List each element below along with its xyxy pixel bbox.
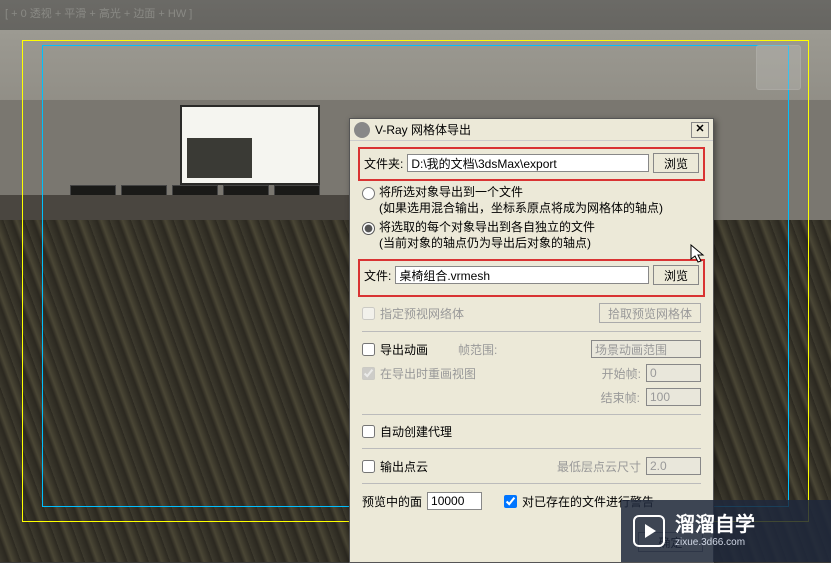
start-frame-input — [646, 364, 701, 382]
file-label: 文件: — [364, 267, 391, 284]
preview-net-label: 指定预视网络体 — [380, 305, 464, 322]
close-button[interactable]: ✕ — [691, 122, 709, 138]
pick-preview-grid-button: 拾取预览网格体 — [599, 303, 701, 323]
redraw-viewport-checkbox — [362, 367, 375, 380]
radio-single-hint: (如果选用混合输出，坐标系原点将成为网格体的轴点) — [379, 201, 663, 217]
radio-single-file[interactable] — [362, 187, 375, 200]
frame-range-dropdown — [591, 340, 701, 358]
radio-single-label: 将所选对象导出到一个文件 — [379, 185, 663, 201]
play-icon — [633, 515, 665, 547]
dialog-title: V-Ray 网格体导出 — [375, 121, 691, 138]
preview-faces-input[interactable] — [427, 492, 482, 510]
export-anim-checkbox[interactable] — [362, 343, 375, 356]
view-cube[interactable] — [756, 45, 801, 90]
vray-export-dialog: V-Ray 网格体导出 ✕ 文件夹: 浏览 将所选对象导出到一个文件 (如果选用… — [349, 118, 714, 563]
auto-proxy-label: 自动创建代理 — [380, 423, 452, 440]
redraw-viewport-label: 在导出时重画视图 — [380, 365, 476, 382]
browse-file-button[interactable]: 浏览 — [653, 265, 699, 285]
dialog-titlebar[interactable]: V-Ray 网格体导出 ✕ — [350, 119, 713, 141]
pointcloud-label: 输出点云 — [380, 458, 428, 475]
end-frame-input — [646, 388, 701, 406]
min-point-label: 最低层点云尺寸 — [557, 458, 641, 475]
radio-separate-hint: (当前对象的轴点仍为导出后对象的轴点) — [379, 236, 595, 252]
watermark-url: zixue.3d66.com — [675, 537, 755, 548]
file-input[interactable] — [395, 266, 649, 284]
radio-separate-label: 将选取的每个对象导出到各自独立的文件 — [379, 220, 595, 236]
browse-folder-button[interactable]: 浏览 — [653, 153, 699, 173]
preview-net-checkbox — [362, 307, 375, 320]
viewport-label[interactable]: [ + 0 透视 + 平滑 + 高光 + 边面 + HW ] — [5, 5, 192, 21]
end-frame-label: 结束帧: — [601, 389, 640, 406]
watermark: 溜溜自学 zixue.3d66.com — [621, 500, 831, 562]
export-anim-label: 导出动画 — [380, 341, 428, 358]
highlight-folder-section: 文件夹: 浏览 — [358, 147, 705, 181]
radio-separate-files[interactable] — [362, 222, 375, 235]
vray-icon — [354, 122, 370, 138]
watermark-text: 溜溜自学 — [675, 515, 755, 535]
folder-label: 文件夹: — [364, 155, 403, 172]
min-point-input — [646, 457, 701, 475]
frame-range-label: 帧范围: — [458, 341, 497, 358]
folder-input[interactable] — [407, 154, 649, 172]
warn-existing-checkbox[interactable] — [504, 495, 517, 508]
start-frame-label: 开始帧: — [602, 365, 641, 382]
auto-proxy-checkbox[interactable] — [362, 425, 375, 438]
highlight-file-section: 文件: 浏览 — [358, 259, 705, 297]
pointcloud-checkbox[interactable] — [362, 460, 375, 473]
preview-faces-label: 预览中的面 — [362, 493, 422, 510]
